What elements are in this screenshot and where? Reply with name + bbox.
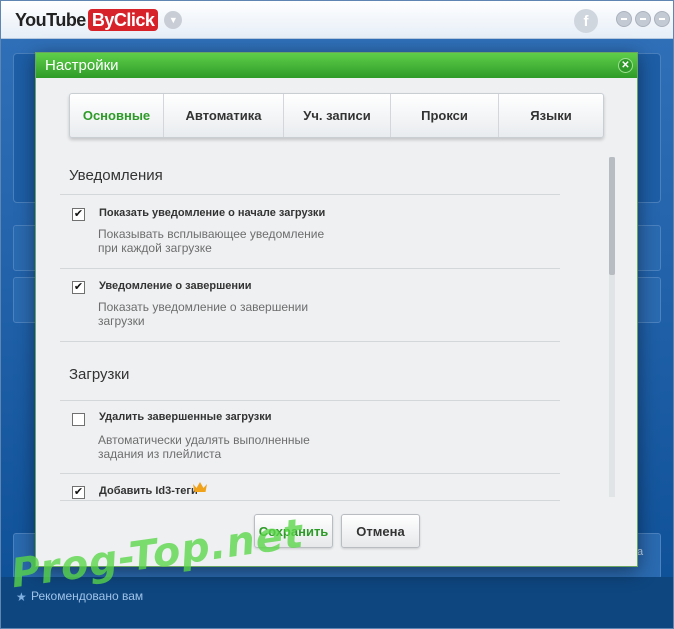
tab-accounts[interactable]: Уч. записи: [283, 94, 390, 137]
section-title-notifications: Уведомления: [69, 167, 163, 184]
tab-proxy[interactable]: Прокси: [390, 94, 498, 137]
scrollbar-thumb[interactable]: [609, 157, 615, 275]
tab-automation[interactable]: Автоматика: [163, 94, 283, 137]
divider: [60, 400, 560, 401]
title-bar: YouTube ByClick ▼ f: [1, 1, 673, 39]
option-label: Показать уведомление о начале загрузки: [99, 207, 326, 219]
close-icon[interactable]: ✕: [618, 58, 633, 73]
logo-text-youtube: YouTube: [15, 9, 86, 30]
facebook-icon[interactable]: f: [574, 9, 598, 33]
cancel-button[interactable]: Отмена: [341, 514, 420, 548]
option-label: Уведомление о завершении: [99, 280, 252, 292]
minimize-button[interactable]: [616, 11, 632, 27]
checkbox-id3-tags[interactable]: ✔: [72, 486, 85, 499]
tab-general[interactable]: Основные: [70, 94, 163, 137]
option-description: Показывать всплывающее уведомление при к…: [98, 227, 325, 255]
tab-languages[interactable]: Языки: [498, 94, 603, 137]
dialog-header: Настройки ✕: [36, 53, 637, 78]
option-label: Добавить Id3-теги: [99, 485, 198, 497]
dialog-title: Настройки: [45, 57, 119, 74]
option-label: Удалить завершенные загрузки: [99, 411, 272, 423]
window-close-button[interactable]: [654, 11, 670, 27]
divider: [60, 194, 560, 195]
checkbox-complete-notification[interactable]: ✔: [72, 281, 85, 294]
logo-text-byclick: ByClick: [87, 9, 159, 31]
maximize-button[interactable]: [635, 11, 651, 27]
divider: [60, 500, 560, 501]
checkmark-icon: ✔: [73, 486, 84, 498]
settings-dialog: Настройки ✕ Основные Автоматика Уч. запи…: [35, 52, 638, 567]
divider: [60, 268, 560, 269]
crown-icon: [193, 482, 207, 492]
chevron-down-icon[interactable]: ▼: [164, 11, 183, 29]
option-description: Автоматически удалять выполненные задани…: [98, 433, 310, 461]
settings-content: Уведомления ✔ Показать уведомление о нач…: [36, 151, 637, 503]
checkmark-icon: ✔: [73, 281, 84, 293]
section-title-downloads: Загрузки: [69, 366, 130, 383]
checkbox-delete-completed[interactable]: [72, 413, 85, 426]
divider: [60, 473, 560, 474]
divider: [60, 341, 560, 342]
option-description: Показать уведомление о завершении загруз…: [98, 300, 309, 328]
app-logo: YouTube ByClick ▼: [15, 9, 183, 31]
checkmark-icon: ✔: [73, 208, 84, 220]
checkbox-start-notification[interactable]: ✔: [72, 208, 85, 221]
settings-tabs: Основные Автоматика Уч. записи Прокси Яз…: [69, 93, 604, 138]
